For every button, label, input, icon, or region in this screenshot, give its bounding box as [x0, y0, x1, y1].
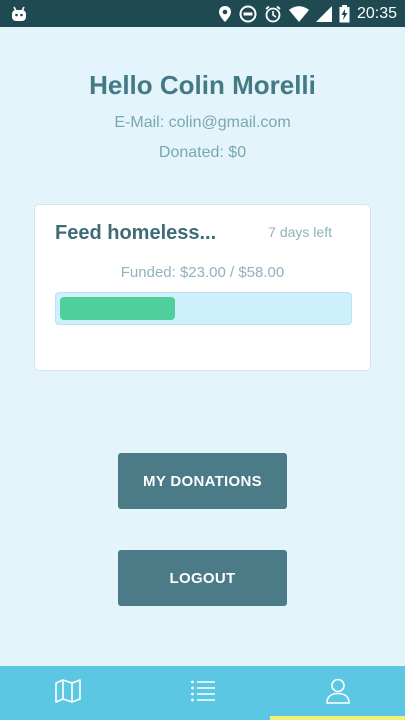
campaign-card[interactable]: Feed homeless... 7 days left Funded: $23… [34, 204, 371, 371]
email-text: E-Mail: colin@gmail.com [114, 114, 291, 131]
nav-item-profile[interactable] [270, 666, 405, 720]
android-icon [10, 6, 28, 22]
campaign-title: Feed homeless... [55, 222, 217, 244]
location-icon [218, 5, 232, 23]
nav-item-list[interactable] [135, 666, 270, 720]
map-icon [54, 678, 81, 708]
wifi-icon [288, 5, 309, 22]
days-left-label: 7 days left [268, 224, 332, 240]
greeting-title: Hello Colin Morelli [89, 70, 316, 100]
alarm-icon [264, 5, 282, 23]
battery-charging-icon [339, 4, 350, 23]
donated-amount: Donated: $0 [158, 144, 247, 161]
my-donations-button[interactable]: MY DONATIONS [118, 453, 287, 509]
status-bar: 20:35 [0, 0, 405, 27]
logout-button[interactable]: LOGOUT [118, 550, 287, 606]
active-tab-indicator [270, 716, 405, 720]
funding-progress-bar [55, 292, 352, 325]
profile-icon [325, 678, 350, 709]
status-time: 20:35 [356, 4, 397, 22]
nav-item-map[interactable] [0, 666, 135, 720]
funding-progress-fill [60, 297, 175, 320]
list-icon [190, 679, 216, 708]
funded-amount: Funded: $23.00 / $58.00 [120, 264, 285, 281]
bottom-navigation [0, 666, 405, 720]
do-not-disturb-icon [239, 5, 257, 23]
signal-icon [315, 5, 332, 22]
